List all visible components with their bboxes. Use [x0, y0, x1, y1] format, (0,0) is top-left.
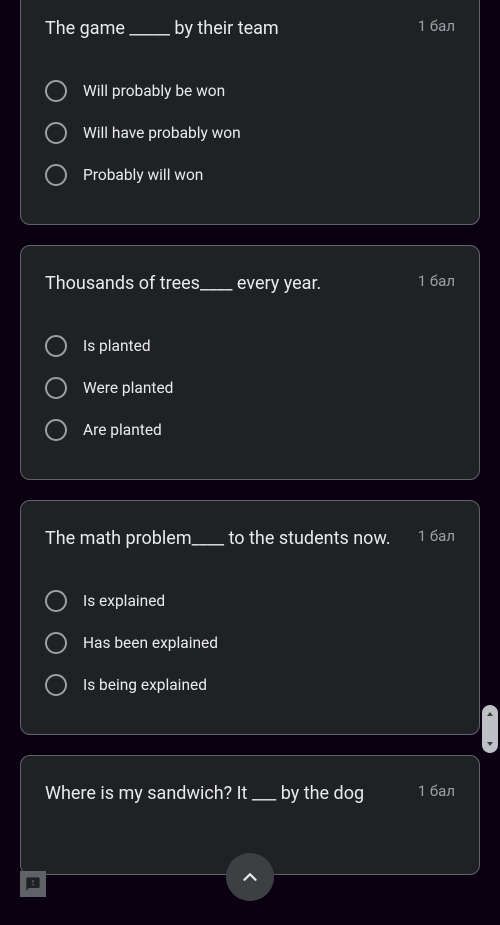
radio-option[interactable]: Has been explained [45, 622, 455, 664]
radio-icon [45, 122, 67, 144]
option-label: Are planted [83, 421, 162, 439]
radio-option[interactable]: Will probably be won [45, 70, 455, 112]
points-label: 1 бал [418, 527, 455, 545]
radio-option[interactable]: Is explained [45, 580, 455, 622]
question-text: Thousands of trees____ every year. [45, 270, 402, 297]
option-label: Is being explained [83, 676, 207, 694]
question-text: Where is my sandwich? It ___ by the dog [45, 780, 402, 807]
radio-option[interactable]: Is planted [45, 325, 455, 367]
scroll-to-top-button[interactable] [226, 853, 274, 901]
chevron-up-icon [239, 866, 261, 888]
radio-icon [45, 164, 67, 186]
points-label: 1 бал [418, 782, 455, 800]
question-text: The math problem____ to the students now… [45, 525, 402, 552]
question-card: The math problem____ to the students now… [20, 500, 480, 735]
question-header: Where is my sandwich? It ___ by the dog … [45, 780, 455, 807]
radio-icon [45, 632, 67, 654]
chevron-up-icon [487, 712, 493, 716]
points-label: 1 бал [418, 17, 455, 35]
radio-option[interactable]: Will have probably won [45, 112, 455, 154]
chevron-down-icon [487, 742, 493, 746]
option-label: Probably will won [83, 166, 203, 184]
feedback-icon [25, 876, 41, 892]
radio-icon [45, 80, 67, 102]
radio-icon [45, 674, 67, 696]
points-label: 1 бал [418, 272, 455, 290]
question-card: Thousands of trees____ every year. 1 бал… [20, 245, 480, 480]
option-label: Is planted [83, 337, 151, 355]
question-header: The math problem____ to the students now… [45, 525, 455, 552]
option-label: Will probably be won [83, 82, 225, 100]
option-label: Is explained [83, 592, 165, 610]
option-label: Were planted [83, 379, 173, 397]
radio-option[interactable]: Are planted [45, 409, 455, 451]
option-label: Will have probably won [83, 124, 241, 142]
feedback-button[interactable] [20, 871, 46, 897]
question-header: Thousands of trees____ every year. 1 бал [45, 270, 455, 297]
question-text: The game _____ by their team [45, 15, 402, 42]
question-header: The game _____ by their team 1 бал [45, 15, 455, 42]
radio-option[interactable]: Were planted [45, 367, 455, 409]
radio-icon [45, 590, 67, 612]
radio-option[interactable]: Is being explained [45, 664, 455, 706]
radio-icon [45, 377, 67, 399]
radio-option[interactable]: Probably will won [45, 154, 455, 196]
radio-icon [45, 419, 67, 441]
option-label: Has been explained [83, 634, 218, 652]
question-card: The game _____ by their team 1 бал Will … [20, 0, 480, 225]
radio-icon [45, 335, 67, 357]
scroll-indicator[interactable] [482, 705, 498, 753]
